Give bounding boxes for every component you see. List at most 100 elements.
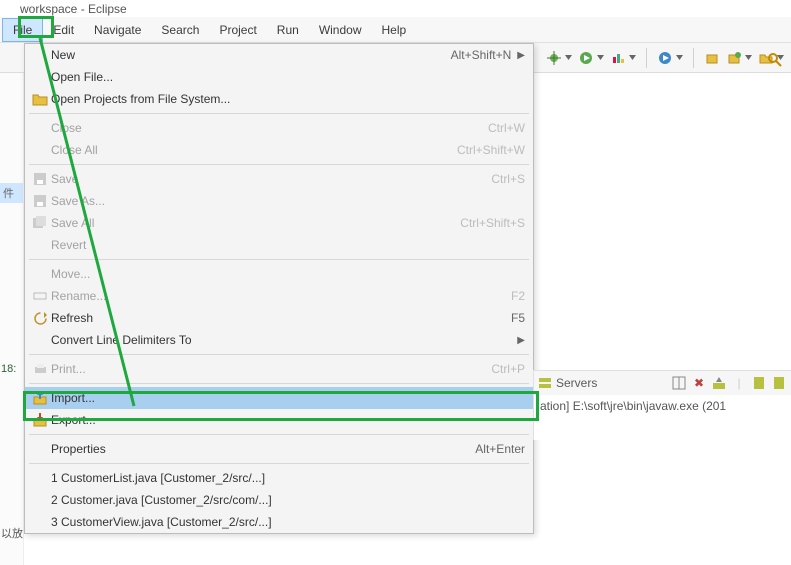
menu-item-label: Save All bbox=[51, 216, 460, 230]
menu-file[interactable]: File bbox=[2, 18, 43, 42]
menu-refresh[interactable]: Refresh F5 bbox=[25, 307, 533, 329]
servers-tab[interactable]: Servers bbox=[538, 376, 667, 390]
blank-icon bbox=[29, 441, 51, 457]
menu-help[interactable]: Help bbox=[372, 19, 417, 41]
menu-search[interactable]: Search bbox=[151, 19, 209, 41]
save-icon bbox=[29, 171, 51, 187]
menu-item-accel: Alt+Enter bbox=[475, 442, 525, 456]
page-layout-icon[interactable] bbox=[671, 375, 687, 391]
menu-item-label: 2 Customer.java [Customer_2/src/com/...] bbox=[51, 493, 525, 507]
toolbar-group-coverage bbox=[610, 50, 636, 66]
print-icon bbox=[29, 361, 51, 377]
menu-move[interactable]: Move... bbox=[25, 263, 533, 285]
menu-open-file[interactable]: Open File... bbox=[25, 66, 533, 88]
publish-icon[interactable] bbox=[711, 375, 727, 391]
server-run-icon[interactable] bbox=[657, 50, 673, 66]
dropdown-icon[interactable] bbox=[745, 55, 752, 60]
menu-item-label: Open File... bbox=[51, 70, 525, 84]
menu-import[interactable]: Import... bbox=[25, 387, 533, 409]
submenu-arrow-icon: ▶ bbox=[517, 335, 525, 346]
menu-export[interactable]: Export... bbox=[25, 409, 533, 431]
debug-icon[interactable] bbox=[546, 50, 562, 66]
folder-icon bbox=[29, 91, 51, 107]
menu-close[interactable]: Close Ctrl+W bbox=[25, 117, 533, 139]
menu-separator bbox=[29, 164, 529, 165]
menu-run[interactable]: Run bbox=[267, 19, 309, 41]
menu-recent-1[interactable]: 1 CustomerList.java [Customer_2/src/...] bbox=[25, 467, 533, 489]
menu-recent-3[interactable]: 3 CustomerView.java [Customer_2/src/...] bbox=[25, 511, 533, 533]
servers-icon bbox=[538, 376, 552, 390]
toolbar-group-new-pkg bbox=[704, 50, 720, 66]
toolbar-group-debug bbox=[546, 50, 572, 66]
coverage-icon[interactable] bbox=[610, 50, 626, 66]
start-server-icon[interactable] bbox=[751, 375, 767, 391]
title-bar: workspace - Eclipse bbox=[0, 0, 791, 17]
save-all-icon bbox=[29, 215, 51, 231]
menu-navigate[interactable]: Navigate bbox=[84, 19, 151, 41]
blank-icon bbox=[29, 470, 51, 486]
menu-separator bbox=[29, 354, 529, 355]
menu-print[interactable]: Print... Ctrl+P bbox=[25, 358, 533, 380]
menu-properties[interactable]: Properties Alt+Enter bbox=[25, 438, 533, 460]
toolbar-separator bbox=[646, 48, 647, 68]
servers-panel: Servers ✖ | ation] E:\soft\jre\bin\javaw… bbox=[533, 370, 791, 440]
blank-icon bbox=[29, 514, 51, 530]
gutter-cn: 以放 bbox=[0, 525, 23, 541]
new-class-icon[interactable] bbox=[726, 50, 742, 66]
blank-icon bbox=[29, 266, 51, 282]
menu-separator bbox=[29, 259, 529, 260]
menu-item-label: Export... bbox=[51, 413, 525, 427]
blank-icon bbox=[29, 120, 51, 136]
menu-rename[interactable]: Rename... F2 bbox=[25, 285, 533, 307]
menu-edit[interactable]: Edit bbox=[43, 19, 84, 41]
menu-open-projects[interactable]: Open Projects from File System... bbox=[25, 88, 533, 110]
gutter-time: 18: bbox=[0, 363, 23, 375]
save-as-icon bbox=[29, 193, 51, 209]
submenu-arrow-icon: ▶ bbox=[517, 50, 525, 61]
quick-access-search-icon[interactable] bbox=[765, 50, 785, 70]
menu-item-accel: Ctrl+S bbox=[491, 172, 525, 186]
dropdown-icon[interactable] bbox=[629, 55, 636, 60]
menu-recent-2[interactable]: 2 Customer.java [Customer_2/src/com/...] bbox=[25, 489, 533, 511]
menu-item-label: Rename... bbox=[51, 289, 511, 303]
menu-save-as[interactable]: Save As... bbox=[25, 190, 533, 212]
menu-item-label: Refresh bbox=[51, 311, 511, 325]
menu-close-all[interactable]: Close All Ctrl+Shift+W bbox=[25, 139, 533, 161]
toolbar-group-new-class bbox=[726, 50, 752, 66]
toolbar-separator bbox=[693, 48, 694, 68]
dropdown-icon[interactable] bbox=[676, 55, 683, 60]
menu-separator bbox=[29, 463, 529, 464]
menu-new[interactable]: New Alt+Shift+N ▶ bbox=[25, 44, 533, 66]
gutter-item: 件 bbox=[0, 183, 23, 203]
menu-convert-delimiters[interactable]: Convert Line Delimiters To ▶ bbox=[25, 329, 533, 351]
menu-item-label: Properties bbox=[51, 442, 475, 456]
menu-item-label: Close All bbox=[51, 143, 457, 157]
run-icon[interactable] bbox=[578, 50, 594, 66]
menu-window[interactable]: Window bbox=[309, 19, 372, 41]
new-package-icon[interactable] bbox=[704, 50, 720, 66]
menu-item-accel: F5 bbox=[511, 311, 525, 325]
menu-project[interactable]: Project bbox=[209, 19, 266, 41]
menu-item-label: Revert bbox=[51, 238, 525, 252]
remove-icon[interactable]: ✖ bbox=[691, 375, 707, 391]
menu-item-label: New bbox=[51, 48, 451, 62]
dropdown-icon[interactable] bbox=[597, 55, 604, 60]
menu-item-label: Move... bbox=[51, 267, 525, 281]
menu-revert[interactable]: Revert bbox=[25, 234, 533, 256]
import-icon bbox=[29, 390, 51, 406]
menu-separator bbox=[29, 383, 529, 384]
servers-title-label: Servers bbox=[556, 376, 597, 390]
menu-save-all[interactable]: Save All Ctrl+Shift+S bbox=[25, 212, 533, 234]
dropdown-icon[interactable] bbox=[565, 55, 572, 60]
export-icon bbox=[29, 412, 51, 428]
blank-icon bbox=[29, 47, 51, 63]
window-title: workspace - Eclipse bbox=[20, 2, 127, 16]
menu-save[interactable]: Save Ctrl+S bbox=[25, 168, 533, 190]
debug-server-icon[interactable] bbox=[771, 375, 787, 391]
left-gutter: 件 18: 以放 bbox=[0, 73, 24, 565]
menu-item-label: 3 CustomerView.java [Customer_2/src/...] bbox=[51, 515, 525, 529]
menu-separator bbox=[29, 434, 529, 435]
menu-bar: File Edit Navigate Search Project Run Wi… bbox=[0, 17, 791, 43]
rename-icon bbox=[29, 288, 51, 304]
menu-item-label: Convert Line Delimiters To bbox=[51, 333, 511, 347]
